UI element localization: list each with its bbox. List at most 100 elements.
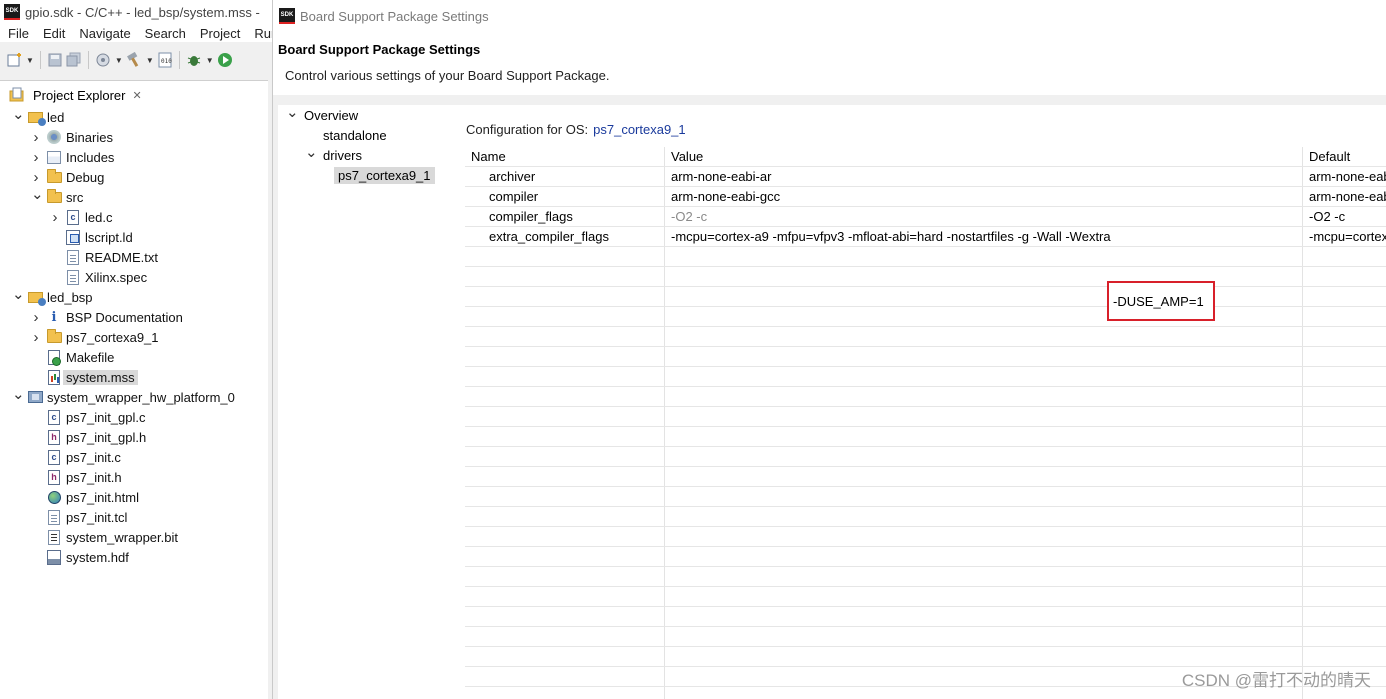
tree-item-ps7-init-h[interactable]: h ps7_init.h — [0, 467, 268, 487]
eclipse-title-bar: SDK gpio.sdk - C/C++ - led_bsp/system.ms… — [0, 0, 272, 24]
expanded-arrow-icon[interactable]: ⌄ — [12, 385, 25, 403]
tree-item-ps7-init-gpl-c[interactable]: c ps7_init_gpl.c — [0, 407, 268, 427]
c-file-icon: c — [46, 409, 62, 425]
expanded-arrow-icon[interactable]: ⌄ — [12, 285, 25, 303]
collapsed-arrow-icon[interactable]: › — [31, 149, 41, 166]
hdf-file-icon — [46, 549, 62, 565]
empty-row — [465, 647, 1386, 667]
collapsed-arrow-icon[interactable]: › — [50, 209, 60, 226]
expanded-arrow-icon[interactable]: ⌄ — [305, 143, 318, 161]
project-explorer-tab[interactable]: Project Explorer ✕ — [3, 84, 148, 106]
menu-navigate[interactable]: Navigate — [71, 26, 136, 41]
bit-file-icon — [46, 529, 62, 545]
nav-item-ps7-cortexa9-1[interactable]: ps7_cortexa9_1 — [278, 165, 445, 185]
save-all-icon[interactable] — [66, 52, 82, 68]
toolbar-separator — [39, 51, 41, 69]
setting-default: -mcpu=cortex-a9 -mfpu=vfpv3 — [1309, 229, 1386, 244]
expanded-arrow-icon[interactable]: ⌄ — [286, 103, 299, 121]
empty-row — [465, 547, 1386, 567]
tree-item-ps7-cortexa9-1[interactable]: › ps7_cortexa9_1 — [0, 327, 268, 347]
debug-bug-icon[interactable] — [186, 52, 202, 68]
tree-item-led-bsp[interactable]: ⌄ led_bsp — [0, 285, 268, 307]
menu-edit[interactable]: Edit — [35, 26, 71, 41]
table-row[interactable]: compiler_flags -O2 -c -O2 -c — [465, 207, 1386, 227]
h-file-icon: h — [46, 469, 62, 485]
tree-item-system-mss[interactable]: system.mss — [0, 367, 268, 387]
empty-row — [465, 287, 1386, 307]
menu-search[interactable]: Search — [137, 26, 192, 41]
column-header-name[interactable]: Name — [471, 147, 661, 167]
tree-item-led[interactable]: ⌄ led — [0, 105, 268, 127]
collapsed-arrow-icon[interactable]: › — [31, 329, 41, 346]
setting-value[interactable]: -O2 -c — [671, 207, 1301, 227]
build-hammer-icon[interactable] — [126, 52, 142, 68]
binary-icon[interactable]: 010 — [157, 52, 173, 68]
new-dropdown-icon[interactable]: ▼ — [26, 56, 34, 65]
setting-default: -O2 -c — [1309, 209, 1346, 224]
close-view-icon[interactable]: ✕ — [132, 89, 141, 102]
tree-item-src[interactable]: ⌄ src — [0, 185, 268, 207]
expanded-arrow-icon[interactable]: ⌄ — [12, 105, 25, 123]
collapsed-arrow-icon[interactable]: › — [31, 169, 41, 186]
tree-item-includes[interactable]: › Includes — [0, 147, 268, 167]
expanded-arrow-icon[interactable]: ⌄ — [31, 185, 44, 203]
h-file-icon: h — [46, 429, 62, 445]
debug-dropdown-icon[interactable]: ▼ — [206, 56, 214, 65]
setting-default: arm-none-eabi-ar — [1309, 169, 1386, 184]
empty-row — [465, 407, 1386, 427]
nav-item-overview[interactable]: ⌄ Overview — [278, 103, 445, 125]
manage-configurations-icon[interactable] — [95, 52, 111, 68]
column-header-default[interactable]: Default — [1309, 147, 1386, 167]
new-icon[interactable] — [6, 52, 22, 68]
tree-item-ps7-init-html[interactable]: ps7_init.html — [0, 487, 268, 507]
nav-item-standalone[interactable]: standalone — [278, 125, 445, 145]
configuration-panel: Configuration for OS: ps7_cortexa9_1 Name… — [445, 105, 1386, 699]
tree-item-system-hdf[interactable]: system.hdf — [0, 547, 268, 567]
empty-row — [465, 307, 1386, 327]
setting-value[interactable]: -mcpu=cortex-a9 -mfpu=vfpv3 -mfloat-abi=… — [671, 227, 1301, 247]
collapsed-arrow-icon[interactable]: › — [31, 309, 41, 326]
tree-item-led-c[interactable]: › c led.c — [0, 207, 268, 227]
nav-item-label: drivers — [323, 147, 363, 163]
nav-item-label: standalone — [323, 127, 387, 143]
table-row[interactable]: extra_compiler_flags -mcpu=cortex-a9 -mfp… — [465, 227, 1386, 247]
column-header-value[interactable]: Value — [671, 147, 1301, 167]
tree-item-ps7-init-tcl[interactable]: ps7_init.tcl — [0, 507, 268, 527]
configurations-dropdown-icon[interactable]: ▼ — [115, 56, 123, 65]
tree-item-label: ps7_init_gpl.h — [66, 429, 147, 445]
configuration-label: Configuration for OS: ps7_cortexa9_1 — [466, 122, 686, 137]
tree-item-label: Debug — [66, 169, 105, 185]
tree-item-xilinx-spec[interactable]: Xilinx.spec — [0, 267, 268, 287]
settings-nav-tree: ⌄ Overview standalone ⌄ drivers ps7_cortexa9_… — [278, 103, 445, 699]
tree-item-system-wrapper-hw-platform-0[interactable]: ⌄ system_wrapper_hw_platform_0 — [0, 385, 268, 407]
nav-item-drivers[interactable]: ⌄ drivers — [278, 143, 445, 165]
empty-row — [465, 527, 1386, 547]
tree-item-label: ps7_init.tcl — [66, 509, 128, 525]
setting-value[interactable]: arm-none-eabi-ar — [671, 167, 1301, 187]
collapsed-arrow-icon[interactable]: › — [31, 129, 41, 146]
tree-item-label: ps7_init_gpl.c — [66, 409, 146, 425]
tree-item-lscript-ld[interactable]: lscript.ld — [0, 227, 268, 247]
tree-item-makefile[interactable]: Makefile — [0, 347, 268, 367]
toolbar: ▼ ▼ ▼ 010 ▼ — [0, 44, 272, 76]
tree-item-bsp-documentation[interactable]: › i BSP Documentation — [0, 307, 268, 327]
tree-item-binaries[interactable]: › Binaries — [0, 127, 268, 147]
menu-run[interactable]: Run — [246, 26, 272, 41]
tree-item-ps7-init-gpl-h[interactable]: h ps7_init_gpl.h — [0, 427, 268, 447]
tree-item-ps7-init-c[interactable]: c ps7_init.c — [0, 447, 268, 467]
tree-item-system-wrapper-bit[interactable]: system_wrapper.bit — [0, 527, 268, 547]
highlighted-flag-annotation[interactable]: -DUSE_AMP=1 — [1107, 281, 1215, 321]
table-row[interactable]: archiver arm-none-eabi-ar arm-none-eabi-ar — [465, 167, 1386, 187]
save-icon[interactable] — [47, 52, 63, 68]
setting-value[interactable]: arm-none-eabi-gcc — [671, 187, 1301, 207]
run-icon[interactable] — [217, 52, 233, 68]
dialog-title-bar: SDK Board Support Package Settings — [273, 0, 1386, 32]
project-tree: ⌄ led › Binaries › Includes › Debug ⌄ src › c led.c l… — [0, 105, 268, 567]
menu-project[interactable]: Project — [192, 26, 246, 41]
build-dropdown-icon[interactable]: ▼ — [146, 56, 154, 65]
table-row[interactable]: compiler arm-none-eabi-gcc arm-none-eabi-g… — [465, 187, 1386, 207]
tree-item-label: Includes — [66, 149, 115, 165]
tree-item-readme-txt[interactable]: README.txt — [0, 247, 268, 267]
menu-file[interactable]: File — [0, 26, 35, 41]
empty-row — [465, 447, 1386, 467]
